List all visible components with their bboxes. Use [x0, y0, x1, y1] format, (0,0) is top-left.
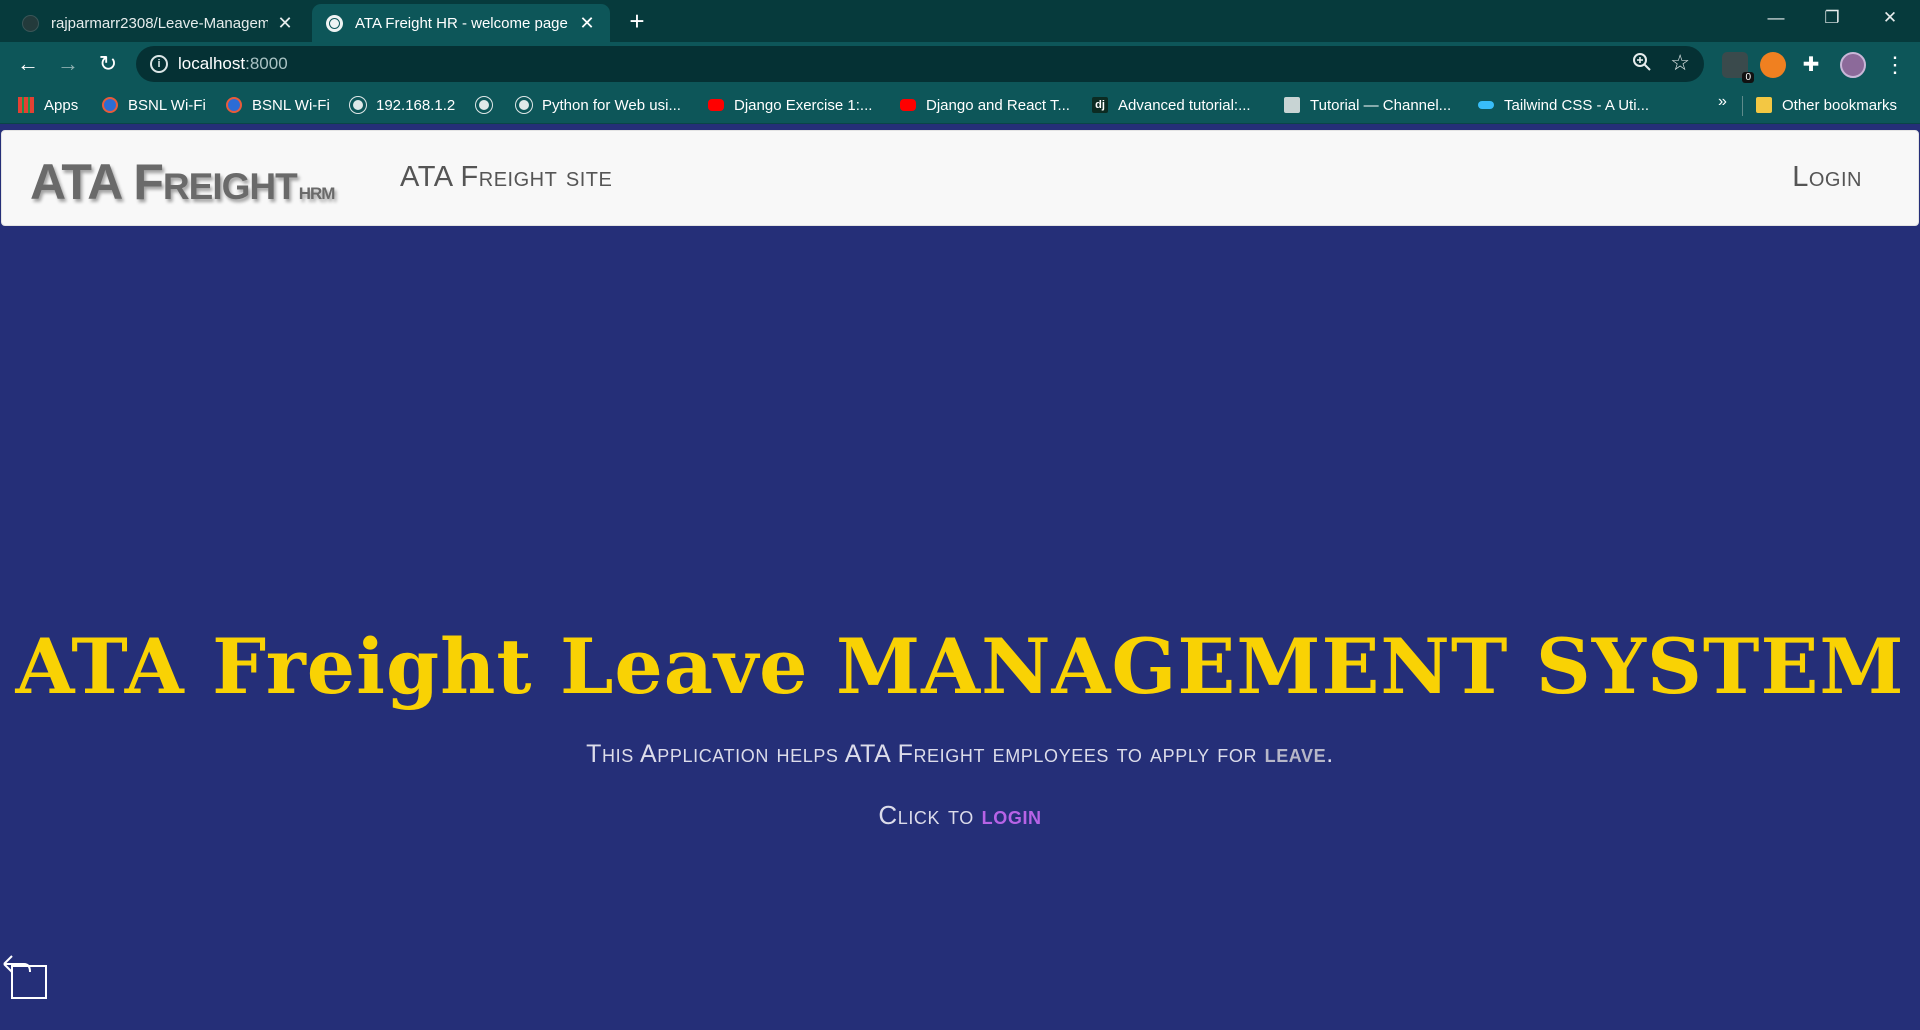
url-text[interactable]: localhost:8000 — [178, 54, 288, 74]
bookmark-bsnl-2[interactable]: BSNL Wi-Fi — [226, 93, 330, 117]
globe-icon — [476, 97, 492, 113]
hero-subtitle-text: This Application helps ATA Freight emplo… — [586, 740, 1265, 768]
bookmark-label: Tailwind CSS - A Uti... — [1504, 96, 1650, 114]
site-navbar: ATA FREIGHT HRM ATA Freight site Login — [1, 130, 1919, 226]
bookmark-channels-tutorial[interactable]: Tutorial — Channel... — [1284, 93, 1451, 117]
bookmarks-bar: Apps BSNL Wi-Fi BSNL Wi-Fi 192.168.1.2 P… — [0, 87, 1920, 124]
bookmark-advanced-tutorial[interactable]: dj Advanced tutorial:... — [1092, 93, 1251, 117]
bookmark-python-web[interactable]: Python for Web usi... — [516, 93, 681, 117]
github-favicon-icon — [22, 14, 39, 32]
bookmarks-overflow-button[interactable]: » — [1718, 93, 1727, 111]
cta-login-link[interactable]: login — [982, 800, 1042, 830]
forward-button[interactable]: → — [52, 48, 84, 80]
profile-avatar[interactable] — [1840, 52, 1866, 78]
bookmark-label: BSNL Wi-Fi — [128, 96, 206, 114]
extension-icon[interactable]: 0 — [1722, 52, 1754, 83]
url-host: localhost — [178, 54, 246, 73]
extension-orange-icon[interactable] — [1760, 52, 1786, 78]
bsnl-icon — [226, 97, 242, 113]
close-window-button[interactable]: ✕ — [1862, 0, 1918, 38]
bookmark-apps[interactable]: Apps — [18, 93, 78, 117]
tab-close-icon[interactable]: ✕ — [578, 13, 596, 34]
globe-favicon-icon — [326, 14, 343, 32]
browser-toolbar: ← → ↻ i localhost:8000 ☆ 0 ✚ ⋮ — [0, 42, 1920, 87]
youtube-icon — [708, 99, 724, 111]
globe-icon — [350, 97, 366, 113]
browser-menu-icon[interactable]: ⋮ — [1880, 50, 1910, 80]
logo-text-small: REIGHT — [162, 166, 298, 207]
bsnl-icon — [102, 97, 118, 113]
hero-title: ATA Freight Leave MANAGEMENT SYSTEM — [15, 622, 1905, 711]
bookmark-label: Advanced tutorial:... — [1118, 96, 1251, 114]
bookmark-tailwind[interactable]: Tailwind CSS - A Uti... — [1478, 93, 1649, 117]
url-port: :8000 — [245, 54, 288, 73]
bookmark-router[interactable]: 192.168.1.2 — [350, 93, 455, 117]
bookmark-label: 192.168.1.2 — [376, 96, 456, 114]
bookmark-label: Django and React T... — [926, 96, 1070, 114]
tab-strip: rajparmarr2308/Leave-Managem ✕ ATA Freig… — [0, 0, 1920, 42]
bookmark-django-react[interactable]: Django and React T... — [900, 93, 1070, 117]
hero-subtitle: This Application helps ATA Freight emplo… — [0, 740, 1920, 769]
django-icon: dj — [1092, 97, 1108, 113]
hero-cta: Click to login — [0, 800, 1920, 831]
apps-grid-icon — [18, 97, 34, 113]
reload-button[interactable]: ↻ — [92, 48, 124, 80]
globe-icon — [516, 97, 532, 113]
share-box-icon[interactable] — [2, 952, 48, 1000]
minimize-button[interactable]: — — [1748, 0, 1804, 38]
document-icon — [1284, 97, 1300, 113]
bookmark-label: Python for Web usi... — [542, 96, 681, 114]
zoom-icon[interactable] — [1632, 52, 1652, 78]
bookmark-label: Other bookmarks — [1782, 96, 1898, 114]
tab-active-welcome[interactable]: ATA Freight HR - welcome page ✕ — [312, 4, 610, 42]
bookmark-label: Apps — [44, 96, 79, 114]
tab-github-repo[interactable]: rajparmarr2308/Leave-Managem ✕ — [8, 4, 308, 42]
tab-title: ATA Freight HR - welcome page — [355, 14, 568, 32]
tab-title: rajparmarr2308/Leave-Managem — [51, 14, 268, 32]
restore-button[interactable]: ❐ — [1804, 0, 1860, 38]
address-bar[interactable]: i localhost:8000 ☆ — [136, 46, 1704, 82]
bookmark-bsnl-1[interactable]: BSNL Wi-Fi — [102, 93, 206, 117]
logo-text-main: ATA F — [30, 154, 164, 210]
hero-subtitle-end: . — [1326, 740, 1334, 768]
nav-login-link[interactable]: Login — [1792, 161, 1862, 194]
extension-badge: 0 — [1742, 72, 1754, 83]
back-button[interactable]: ← — [12, 48, 44, 80]
hero-subtitle-emphasis: leave — [1264, 740, 1327, 768]
tailwind-icon — [1478, 101, 1494, 109]
new-tab-button[interactable]: + — [622, 6, 652, 36]
bookmark-other[interactable]: Other bookmarks — [1756, 93, 1897, 117]
bookmark-star-icon[interactable]: ☆ — [1670, 50, 1690, 76]
youtube-icon — [900, 99, 916, 111]
site-link[interactable]: ATA Freight site — [400, 161, 612, 194]
site-info-icon[interactable]: i — [150, 55, 168, 73]
bookmarks-divider — [1742, 96, 1743, 116]
bookmark-label: Tutorial — Channel... — [1310, 96, 1452, 114]
folder-icon — [1756, 97, 1772, 113]
bookmark-label: Django Exercise 1:... — [734, 96, 873, 114]
extensions-puzzle-icon[interactable]: ✚ — [1798, 52, 1824, 78]
cta-prefix: Click to — [878, 800, 982, 830]
tab-close-icon[interactable]: ✕ — [276, 13, 294, 34]
bookmark-label: BSNL Wi-Fi — [252, 96, 330, 114]
bookmark-django-exercise[interactable]: Django Exercise 1:... — [708, 93, 872, 117]
logo-text-hrm: HRM — [298, 184, 336, 203]
ata-freight-logo[interactable]: ATA FREIGHT HRM — [30, 153, 336, 211]
bookmark-globe[interactable] — [476, 93, 502, 117]
